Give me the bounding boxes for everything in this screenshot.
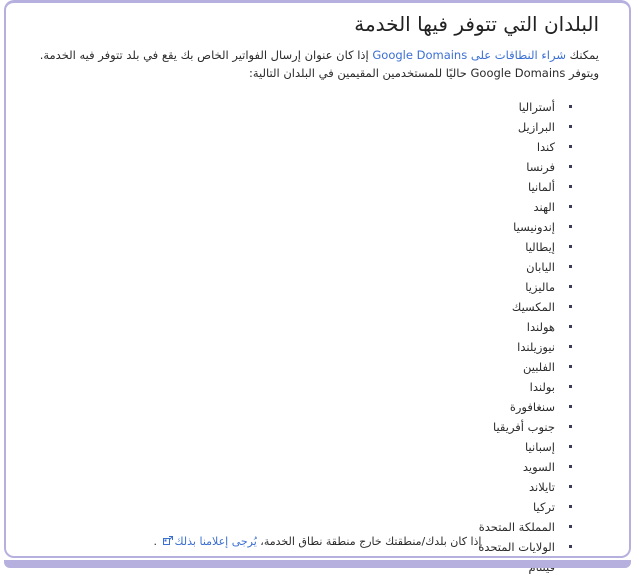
country-row: أستراليا — [36, 97, 599, 117]
bullet-icon — [565, 485, 575, 489]
notify-us-link[interactable]: يُرجى إعلامنا بذلك — [175, 535, 257, 548]
help-article-panel: البلدان التي تتوفر فيها الخدمة يمكنك شرا… — [4, 0, 631, 574]
country-row: الفلبين — [36, 357, 599, 377]
footnote: إذا كان بلدك/منطقتك خارج منطقة نطاق الخد… — [36, 534, 599, 551]
country-name: أستراليا — [518, 99, 555, 114]
bullet-icon — [565, 365, 575, 369]
footnote-text-before-link: إذا كان بلدك/منطقتك خارج منطقة نطاق الخد… — [256, 534, 482, 548]
bullet-icon — [565, 425, 575, 429]
country-name: فرنسا — [526, 159, 555, 174]
country-name: إيطاليا — [525, 239, 555, 254]
country-row: بولندا — [36, 377, 599, 397]
country-row: إندونيسيا — [36, 217, 599, 237]
country-row: فرنسا — [36, 157, 599, 177]
country-row: كندا — [36, 137, 599, 157]
country-name: ماليزيا — [525, 279, 555, 294]
country-name: تركيا — [533, 499, 555, 514]
list-item: اليابان — [36, 257, 599, 277]
country-row: إيطاليا — [36, 237, 599, 257]
bullet-icon — [565, 345, 575, 349]
country-name: تايلاند — [528, 479, 555, 494]
bullet-icon — [565, 245, 575, 249]
bullet-icon — [565, 325, 575, 329]
list-item: إندونيسيا — [36, 217, 599, 237]
country-row: إسبانيا — [36, 437, 599, 457]
bullet-icon — [565, 105, 575, 109]
bullet-icon — [565, 505, 575, 509]
country-row: اليابان — [36, 257, 599, 277]
country-name: السويد — [522, 459, 555, 474]
list-item: سنغافورة — [36, 397, 599, 417]
list-item: الهند — [36, 197, 599, 217]
bullet-icon — [565, 125, 575, 129]
intro-paragraph: يمكنك شراء النطاقات على Google Domains إ… — [36, 47, 599, 83]
country-name: ألمانيا — [527, 179, 555, 194]
country-row: السويد — [36, 457, 599, 477]
country-name: المكسيك — [511, 299, 555, 314]
bullet-icon — [565, 525, 575, 529]
list-item: هولندا — [36, 317, 599, 337]
country-name: الهند — [533, 199, 555, 214]
bullet-icon — [565, 185, 575, 189]
country-name: الفلبين — [522, 359, 555, 374]
list-item: البرازيل — [36, 117, 599, 137]
country-row: سنغافورة — [36, 397, 599, 417]
list-item: بولندا — [36, 377, 599, 397]
available-countries-list: أستراليا البرازيل كندا فرنسا ألمانيا الهند إند… — [36, 97, 599, 577]
bullet-icon — [565, 165, 575, 169]
bullet-icon — [565, 385, 575, 389]
list-item: الفلبين — [36, 357, 599, 377]
country-name: جنوب أفريقيا — [492, 419, 555, 434]
country-name: نيوزيلندا — [517, 339, 555, 354]
list-item: إيطاليا — [36, 237, 599, 257]
bullet-icon — [565, 445, 575, 449]
country-name: بولندا — [529, 379, 555, 394]
country-row: هولندا — [36, 317, 599, 337]
list-item: كندا — [36, 137, 599, 157]
country-list-wrapper: أستراليا البرازيل كندا فرنسا ألمانيا الهند إند… — [36, 97, 599, 577]
list-item: جنوب أفريقيا — [36, 417, 599, 437]
list-item: تركيا — [36, 497, 599, 517]
list-item: تايلاند — [36, 477, 599, 497]
bullet-icon — [565, 265, 575, 269]
panel-bottom-bar — [4, 560, 631, 568]
country-name: هولندا — [526, 319, 555, 334]
country-row: البرازيل — [36, 117, 599, 137]
bullet-icon — [565, 465, 575, 469]
country-name: سنغافورة — [509, 399, 555, 414]
bullet-icon — [565, 285, 575, 289]
list-item: المكسيك — [36, 297, 599, 317]
country-row: تركيا — [36, 497, 599, 517]
list-item: أستراليا — [36, 97, 599, 117]
list-item: إسبانيا — [36, 437, 599, 457]
country-row: تايلاند — [36, 477, 599, 497]
bullet-icon — [565, 405, 575, 409]
country-row: جنوب أفريقيا — [36, 417, 599, 437]
country-row: ماليزيا — [36, 277, 599, 297]
bullet-icon — [565, 145, 575, 149]
google-domains-link[interactable]: شراء النطاقات على Google Domains — [372, 48, 566, 62]
list-item: السويد — [36, 457, 599, 477]
bullet-icon — [565, 225, 575, 229]
country-name: إسبانيا — [525, 439, 555, 454]
bullet-icon — [565, 305, 575, 309]
country-row: المكسيك — [36, 297, 599, 317]
footnote-text-after-link: . — [153, 534, 161, 548]
bullet-icon — [565, 205, 575, 209]
country-name: اليابان — [526, 259, 555, 274]
intro-text-before-link: يمكنك — [565, 48, 599, 62]
external-link-icon — [162, 535, 173, 545]
page-title: البلدان التي تتوفر فيها الخدمة — [354, 12, 599, 36]
list-item: ألمانيا — [36, 177, 599, 197]
country-row: ألمانيا — [36, 177, 599, 197]
country-name: كندا — [536, 139, 555, 154]
country-name: إندونيسيا — [513, 219, 555, 234]
country-row: نيوزيلندا — [36, 337, 599, 357]
article-content: البلدان التي تتوفر فيها الخدمة يمكنك شرا… — [6, 3, 629, 577]
list-item: نيوزيلندا — [36, 337, 599, 357]
list-item: ماليزيا — [36, 277, 599, 297]
country-name: البرازيل — [517, 119, 555, 134]
country-row: الهند — [36, 197, 599, 217]
list-item: فرنسا — [36, 157, 599, 177]
